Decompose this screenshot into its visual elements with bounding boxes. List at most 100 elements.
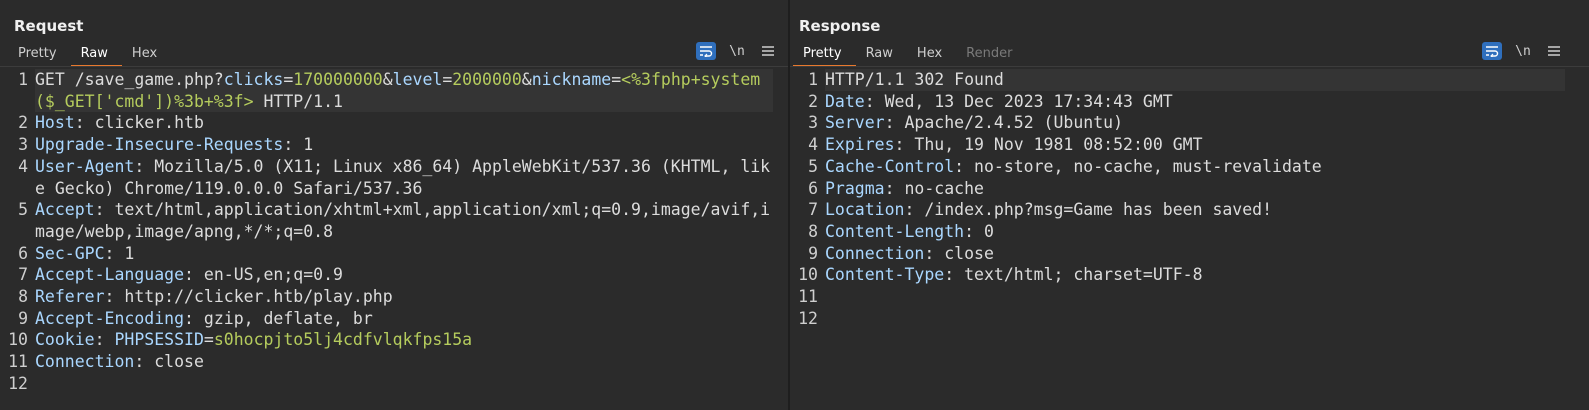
header-name: Cache-Control	[825, 156, 955, 176]
header-name: Date	[825, 91, 865, 111]
response-line: 10 Content-Type: text/html; charset=UTF-…	[790, 264, 1589, 286]
tab-render[interactable]: Render	[956, 44, 1026, 65]
request-line: 8 Referer: http://clicker.htb/play.php	[0, 286, 788, 308]
request-line: 4 User-Agent: Mozilla/5.0 (X11; Linux x8…	[0, 156, 788, 199]
response-line: 6 Pragma: no-cache	[790, 178, 1589, 200]
line-number: 3	[18, 135, 28, 155]
header-value: gzip, deflate, br	[203, 308, 373, 328]
response-line: 3 Server: Apache/2.4.52 (Ubuntu)	[790, 112, 1589, 134]
header-name: Pragma	[825, 178, 885, 198]
header-value: Apache/2.4.52 (Ubuntu)	[904, 113, 1124, 133]
line-number: 8	[808, 221, 818, 241]
response-line: 1 HTTP/1.1 302 Found	[790, 69, 1589, 91]
tab-raw[interactable]: Raw	[70, 44, 122, 67]
line-number: 11	[798, 287, 818, 307]
line-content	[35, 373, 773, 395]
header-name: Host	[35, 113, 75, 133]
line-number: 2	[18, 113, 28, 133]
header-name: User-Agent	[35, 156, 135, 176]
header-name: Server	[825, 113, 885, 133]
request-pane: Request Pretty Raw Hex \n 1 GET /save_ga…	[0, 0, 790, 410]
line-number: 8	[18, 287, 28, 307]
param-name: level	[392, 70, 443, 89]
line-number: 4	[808, 135, 818, 155]
hamburger-menu-icon[interactable]	[1544, 42, 1564, 60]
line-content: GET /save_game.php?clicks=170000000&leve…	[35, 69, 773, 113]
line-content: Connection: close	[825, 243, 994, 263]
header-name: Accept-Language	[35, 265, 185, 285]
header-name: Content-Type	[825, 265, 945, 285]
line-number: 10	[798, 265, 818, 285]
http-version: HTTP/1.1	[253, 91, 343, 111]
request-line: 12	[0, 373, 788, 395]
response-line: 7 Location: /index.php?msg=Game has been…	[790, 199, 1589, 221]
line-content: Accept-Language: en-US,en;q=0.9	[35, 265, 343, 285]
tab-raw[interactable]: Raw	[856, 44, 907, 65]
header-value: close	[154, 352, 204, 372]
line-content: Referer: http://clicker.htb/play.php	[35, 287, 393, 307]
line-content: Sec-GPC: 1	[35, 243, 135, 263]
line-number: 6	[808, 178, 818, 198]
header-value: text/html,application/xhtml+xml,applicat…	[35, 200, 771, 241]
line-number: 9	[808, 243, 818, 263]
tab-hex[interactable]: Hex	[122, 44, 171, 65]
line-content: Cache-Control: no-store, no-cache, must-…	[825, 156, 1322, 176]
wrap-lines-icon[interactable]	[1482, 42, 1502, 60]
line-number: 5	[18, 200, 28, 220]
response-tabs: Pretty Raw Hex Render	[793, 44, 1026, 67]
newline-icon[interactable]: \n	[1512, 44, 1534, 59]
cookie-name: PHPSESSID	[114, 330, 204, 350]
request-line: 1 GET /save_game.php?clicks=170000000&le…	[0, 69, 788, 113]
line-number: 10	[8, 330, 28, 350]
tab-pretty[interactable]: Pretty	[8, 44, 71, 65]
line-content: Expires: Thu, 19 Nov 1981 08:52:00 GMT	[825, 135, 1203, 155]
header-value: no-cache	[904, 178, 984, 198]
line-number: 12	[8, 373, 28, 393]
request-line: 5 Accept: text/html,application/xhtml+xm…	[0, 199, 788, 242]
request-editor[interactable]: 1 GET /save_game.php?clicks=170000000&le…	[0, 69, 788, 410]
header-name: Accept-Encoding	[35, 308, 185, 328]
line-number: 7	[808, 200, 818, 220]
request-line: 11 Connection: close	[0, 351, 788, 373]
line-number: 9	[18, 308, 28, 328]
response-line: 8 Content-Length: 0	[790, 221, 1589, 243]
request-line-text: GET /save_game.php?	[35, 70, 224, 89]
header-value: text/html; charset=UTF-8	[964, 265, 1203, 285]
line-content: User-Agent: Mozilla/5.0 (X11; Linux x86_…	[35, 156, 771, 198]
line-number: 11	[8, 352, 28, 372]
header-value: 1	[124, 243, 135, 263]
header-name: Content-Length	[825, 221, 965, 241]
header-name: Location	[825, 200, 905, 220]
header-name: Accept	[35, 200, 95, 220]
header-name: Expires	[825, 135, 895, 155]
line-content: Connection: close	[35, 352, 204, 372]
line-content: Upgrade-Insecure-Requests: 1	[35, 135, 314, 155]
line-content: Accept-Encoding: gzip, deflate, br	[35, 308, 373, 328]
request-toolbar: \n	[696, 42, 778, 60]
header-name: Referer	[35, 287, 105, 307]
hamburger-menu-icon[interactable]	[758, 42, 778, 60]
line-content: Host: clicker.htb	[35, 113, 204, 133]
response-editor[interactable]: 1 HTTP/1.1 302 Found 2 Date: Wed, 13 Dec…	[790, 69, 1589, 410]
header-value: close	[944, 243, 994, 263]
line-content: Location: /index.php?msg=Game has been s…	[825, 200, 1273, 220]
tab-hex[interactable]: Hex	[907, 44, 956, 65]
param-value: 170000000	[293, 70, 383, 89]
newline-icon[interactable]: \n	[726, 44, 748, 59]
response-line: 12	[790, 308, 1589, 330]
header-name: Cookie	[35, 330, 95, 350]
line-number: 4	[18, 156, 28, 176]
response-toolbar: \n	[1482, 42, 1564, 60]
header-value: 0	[983, 221, 994, 241]
response-line: 5 Cache-Control: no-store, no-cache, mus…	[790, 156, 1589, 178]
status-line: HTTP/1.1 302 Found	[825, 69, 1565, 91]
header-value: Mozilla/5.0 (X11; Linux x86_64) AppleWeb…	[35, 156, 771, 198]
param-name: nickname	[531, 70, 612, 89]
tab-pretty[interactable]: Pretty	[793, 44, 856, 67]
header-name: Connection	[825, 243, 925, 263]
request-line: 2 Host: clicker.htb	[0, 112, 788, 134]
header-value: http://clicker.htb/play.php	[124, 287, 393, 307]
header-name: Sec-GPC	[35, 243, 105, 263]
header-value: Thu, 19 Nov 1981 08:52:00 GMT	[914, 135, 1203, 155]
wrap-lines-icon[interactable]	[696, 42, 716, 60]
